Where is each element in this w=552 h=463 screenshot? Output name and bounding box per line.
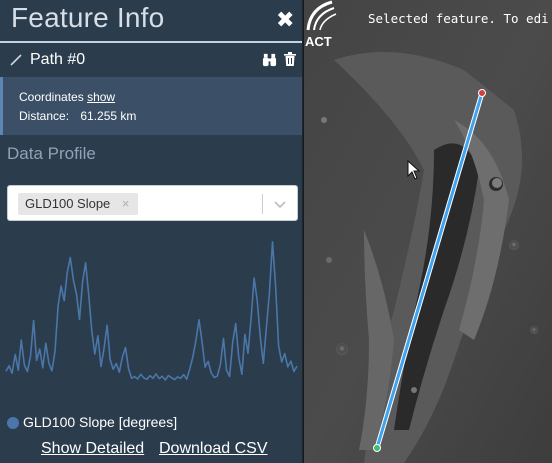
logo-text: ACT [305, 34, 332, 49]
title-divider [0, 41, 302, 43]
path-end-marker[interactable] [373, 444, 381, 452]
select-separator [262, 194, 263, 214]
distance-value: 61.255 km [80, 109, 137, 123]
close-button[interactable]: ✖ [276, 10, 294, 32]
selected-layer-chip: GLD100 Slope × [18, 193, 138, 215]
path-line-icon [10, 54, 22, 66]
coordinates-show-link[interactable]: show [87, 90, 115, 104]
feature-row: Path #0 [0, 45, 302, 75]
map-viewport[interactable]: ACT Selected feature. To edi [304, 0, 552, 463]
coordinates-line: Coordinates show [19, 90, 115, 104]
chevron-down-icon[interactable] [273, 197, 287, 211]
feature-details: Coordinates show Distance: 61.255 km [0, 77, 302, 135]
path-start-marker[interactable] [478, 89, 486, 97]
coordinates-label: Coordinates [19, 90, 84, 104]
data-profile-heading: Data Profile [7, 144, 96, 163]
legend-swatch [7, 417, 19, 429]
panel-title: Feature Info [11, 2, 165, 33]
slope-series-line [5, 241, 298, 381]
logo-mark-icon [306, 0, 337, 31]
map-status-text: Selected feature. To edi [368, 11, 549, 26]
show-detailed-link[interactable]: Show Detailed [41, 440, 144, 458]
download-csv-link[interactable]: Download CSV [159, 440, 268, 458]
layer-select[interactable]: GLD100 Slope × [7, 185, 298, 221]
feature-info-panel: Feature Info ✖ Path #0 Coordinates show [0, 0, 303, 463]
mission-logo: ACT [304, 0, 344, 50]
lunar-surface-map[interactable] [304, 0, 552, 463]
feature-name: Path #0 [30, 51, 86, 68]
distance-label: Distance: [19, 109, 70, 123]
slope-profile-chart [5, 241, 298, 381]
trash-icon[interactable] [284, 52, 296, 66]
binoculars-icon[interactable] [262, 52, 277, 67]
selected-layer-label: GLD100 Slope [25, 196, 111, 211]
mouse-cursor-icon [407, 160, 421, 180]
distance-line: Distance: 61.255 km [19, 109, 136, 123]
chip-remove-icon[interactable]: × [122, 196, 130, 211]
legend-label: GLD100 Slope [degrees] [23, 414, 178, 430]
